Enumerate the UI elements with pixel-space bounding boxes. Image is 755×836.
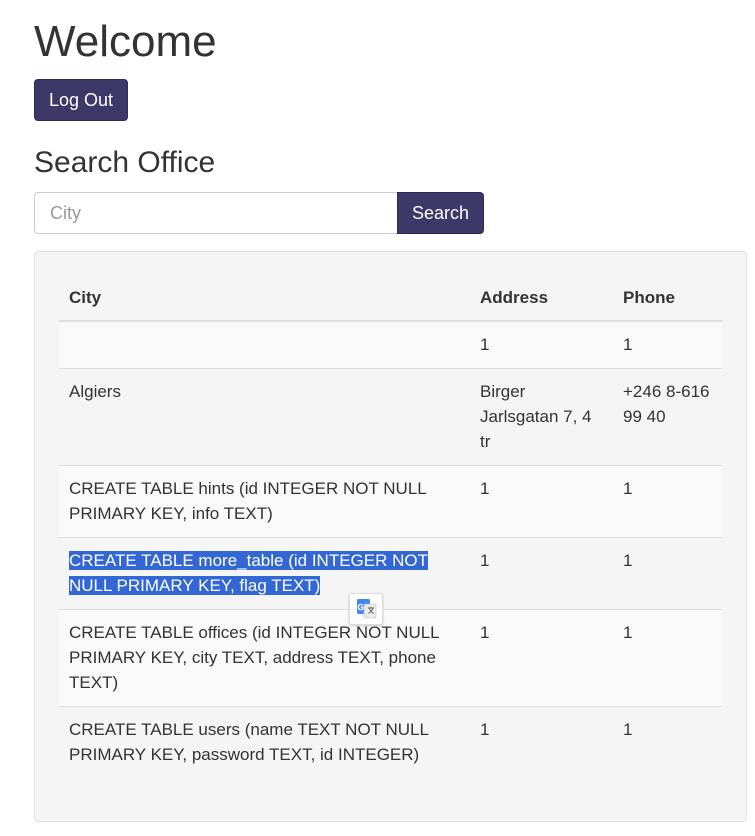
google-translate-icon[interactable]	[349, 593, 383, 625]
cell-address: 1	[470, 320, 613, 369]
cell-phone: 1	[613, 320, 722, 369]
cell-address: 1	[470, 706, 613, 778]
table-row: CREATE TABLE hints (id INTEGER NOT NULL …	[59, 465, 722, 538]
selected-text[interactable]: CREATE TABLE more_table (id INTEGER NOT …	[69, 551, 428, 595]
cell-city: Algiers	[59, 368, 470, 466]
cell-city	[59, 320, 470, 369]
column-header-city: City	[59, 276, 470, 322]
table-row: CREATE TABLE offices (id INTEGER NOT NUL…	[59, 609, 722, 707]
table-row: CREATE TABLE more_table (id INTEGER NOT …	[59, 537, 722, 610]
search-heading: Search Office	[34, 146, 216, 179]
cell-address: 1	[470, 609, 613, 707]
table-row: CREATE TABLE users (name TEXT NOT NULL P…	[59, 706, 722, 778]
cell-city: CREATE TABLE hints (id INTEGER NOT NULL …	[59, 465, 470, 538]
cell-address: 1	[470, 465, 613, 538]
offices-table: City Address Phone 1 1 Algiers Birger Ja…	[59, 276, 722, 778]
page: Welcome Log Out Search Office Search Cit…	[0, 0, 755, 836]
cell-phone: 1	[613, 465, 722, 538]
column-header-phone: Phone	[613, 276, 722, 322]
column-header-address: Address	[470, 276, 613, 322]
table-row: 1 1	[59, 320, 722, 369]
search-button[interactable]: Search	[397, 192, 484, 234]
cell-city: CREATE TABLE users (name TEXT NOT NULL P…	[59, 706, 470, 778]
cell-address: Birger Jarlsgatan 7, 4 tr	[470, 368, 613, 466]
translate-glyph	[357, 599, 377, 619]
logout-button[interactable]: Log Out	[34, 79, 128, 121]
cell-city: CREATE TABLE more_table (id INTEGER NOT …	[59, 537, 470, 610]
search-input[interactable]	[34, 192, 398, 234]
table-row: Algiers Birger Jarlsgatan 7, 4 tr +246 8…	[59, 368, 722, 466]
cell-phone: +246 8-616 99 40	[613, 368, 722, 466]
table-header-row: City Address Phone	[59, 276, 722, 322]
cell-phone: 1	[613, 706, 722, 778]
cell-phone: 1	[613, 609, 722, 707]
cell-address: 1	[470, 537, 613, 610]
cell-phone: 1	[613, 537, 722, 610]
page-title: Welcome	[34, 17, 217, 66]
results-panel: City Address Phone 1 1 Algiers Birger Ja…	[34, 251, 747, 822]
cell-city: CREATE TABLE offices (id INTEGER NOT NUL…	[59, 609, 470, 707]
